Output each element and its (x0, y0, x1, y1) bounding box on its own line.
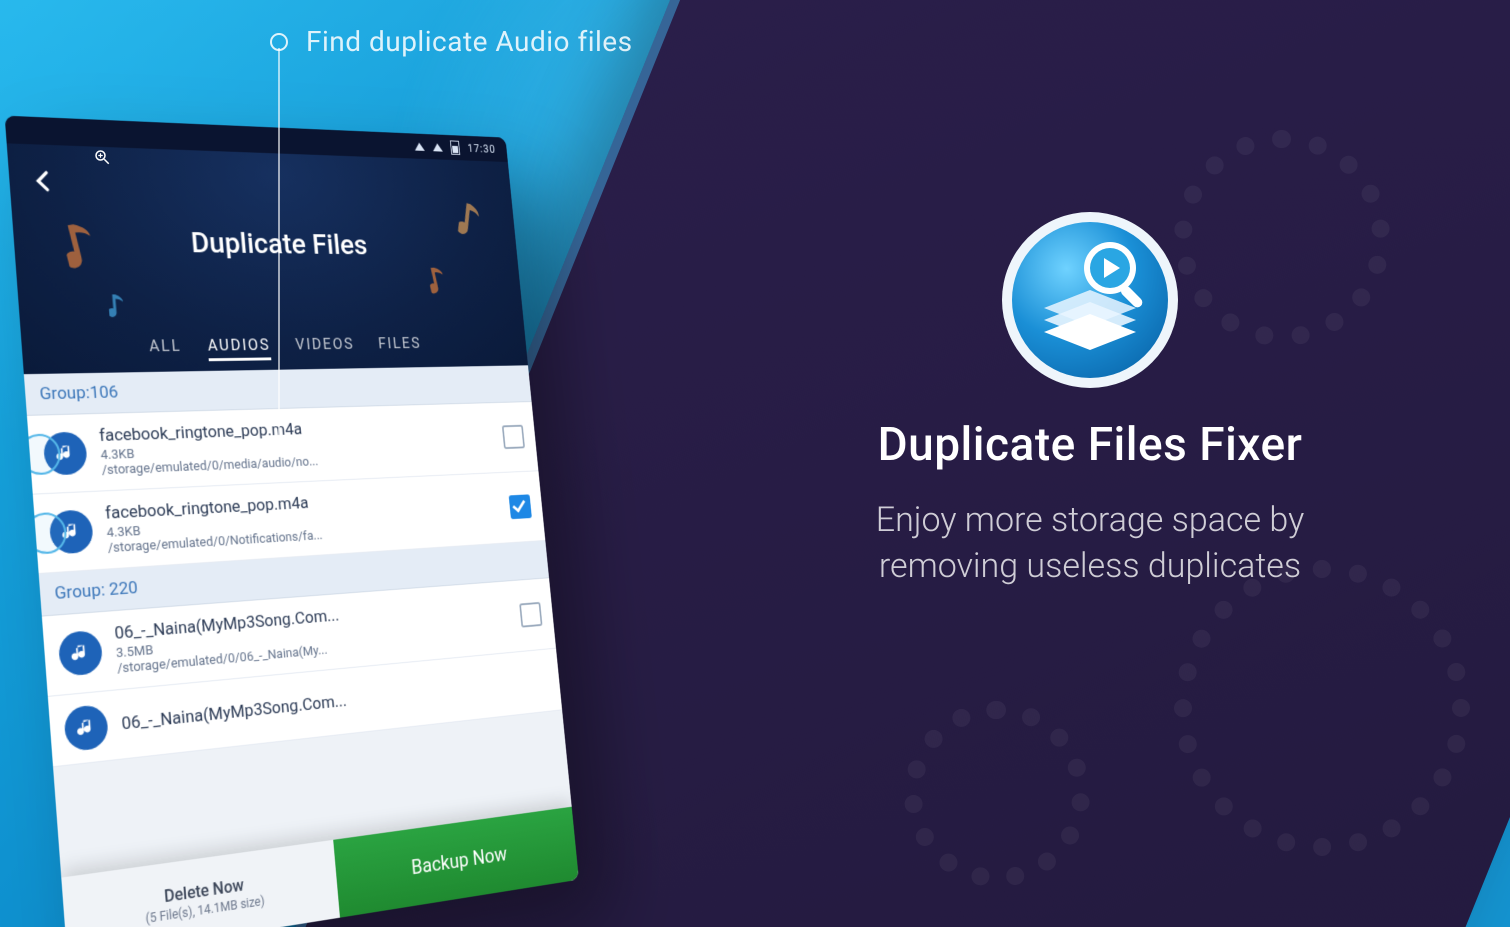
app-logo (1000, 210, 1180, 390)
gear-icon (1174, 560, 1470, 856)
music-note-icon (426, 266, 450, 296)
audio-icon (58, 630, 104, 677)
app-header-title: Duplicate Files (13, 223, 518, 263)
stage: Find duplicate Audio files (0, 0, 1510, 927)
file-info: facebook_ringtone_pop.m4a 4.3KB /storage… (104, 484, 500, 556)
callout-dot-icon (270, 33, 288, 51)
marketing-block: Duplicate Files Fixer Enjoy more storage… (740, 210, 1440, 590)
arrow-left-icon (31, 168, 59, 194)
file-info: facebook_ringtone_pop.m4a 4.3KB /storage… (98, 414, 494, 478)
signal-icon (414, 142, 425, 150)
battery-icon (450, 140, 460, 155)
callout: Find duplicate Audio files (270, 25, 633, 58)
phone-frame: 17:30 Duplicate Files ALL AUDIOS VIDEO (5, 116, 579, 927)
app-header: Duplicate Files ALL AUDIOS VIDEOS FILES (7, 143, 528, 374)
tab-files[interactable]: FILES (377, 334, 422, 358)
callout-line (278, 48, 280, 443)
checkbox[interactable] (502, 425, 525, 449)
gear-icon (904, 701, 1090, 887)
signal-icon (432, 143, 443, 151)
results-list[interactable]: Group:106 facebook_ringtone_pop.m4a 4.3K… (24, 365, 572, 877)
callout-label: Find duplicate Audio files (306, 25, 633, 58)
checkbox[interactable] (509, 494, 532, 519)
status-time: 17:30 (467, 142, 496, 155)
header-tabs: ALL AUDIOS VIDEOS FILES (21, 333, 527, 364)
checkbox[interactable] (519, 602, 542, 628)
audio-icon (63, 704, 109, 752)
tab-videos[interactable]: VIDEOS (295, 335, 356, 360)
backup-now-label: Backup Now (410, 842, 507, 879)
phone-wrap: 17:30 Duplicate Files ALL AUDIOS VIDEO (40, 110, 600, 927)
marketing-sub-line2: removing useless duplicates (879, 546, 1301, 586)
magnifier-cursor-icon (93, 148, 111, 166)
back-button[interactable] (22, 160, 67, 207)
marketing-title: Duplicate Files Fixer (878, 418, 1303, 472)
music-note-icon (108, 293, 128, 319)
tab-audios[interactable]: AUDIOS (207, 335, 272, 361)
marketing-sub-line1: Enjoy more storage space by (876, 500, 1305, 540)
tab-all[interactable]: ALL (149, 336, 183, 362)
